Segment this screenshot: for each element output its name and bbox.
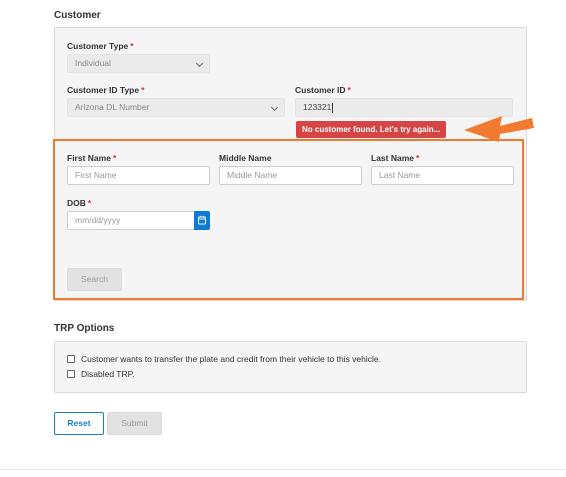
trp-section-title: TRP Options (54, 323, 115, 334)
calendar-icon (198, 215, 206, 225)
customer-id-type-select[interactable]: Arizona DL Number (67, 98, 285, 117)
first-name-input[interactable]: First Name (67, 166, 210, 185)
search-button[interactable]: Search (67, 268, 122, 291)
last-name-input[interactable]: Last Name (371, 166, 514, 185)
customer-id-label: Customer ID * (295, 85, 351, 95)
first-name-label: First Name * (67, 153, 117, 163)
chevron-down-icon (270, 103, 279, 112)
dob-input[interactable]: mm/dd/yyyy (67, 211, 195, 230)
customer-section-title: Customer (54, 10, 101, 21)
trp-panel (54, 341, 527, 393)
footer-divider (0, 469, 566, 470)
transfer-plate-label: Customer wants to transfer the plate and… (81, 354, 381, 364)
middle-name-label: Middle Name (219, 153, 272, 163)
submit-button[interactable]: Submit (107, 412, 162, 435)
customer-id-type-label: Customer ID Type * (67, 85, 145, 95)
customer-type-select[interactable]: Individual (67, 54, 210, 73)
text-cursor (332, 102, 334, 113)
error-tooltip: No customer found. Let's try again... (296, 121, 447, 138)
reset-button[interactable]: Reset (54, 412, 104, 435)
transfer-plate-checkbox[interactable] (67, 355, 75, 363)
middle-name-input[interactable]: Middle Name (219, 166, 362, 185)
customer-type-label: Customer Type * (67, 41, 134, 51)
chevron-down-icon (195, 59, 204, 68)
disabled-trp-checkbox[interactable] (67, 370, 75, 378)
dob-label: DOB * (67, 198, 92, 208)
disabled-trp-label: Disabled TRP. (81, 369, 135, 379)
calendar-button[interactable] (194, 211, 210, 230)
last-name-label: Last Name * (371, 153, 420, 163)
